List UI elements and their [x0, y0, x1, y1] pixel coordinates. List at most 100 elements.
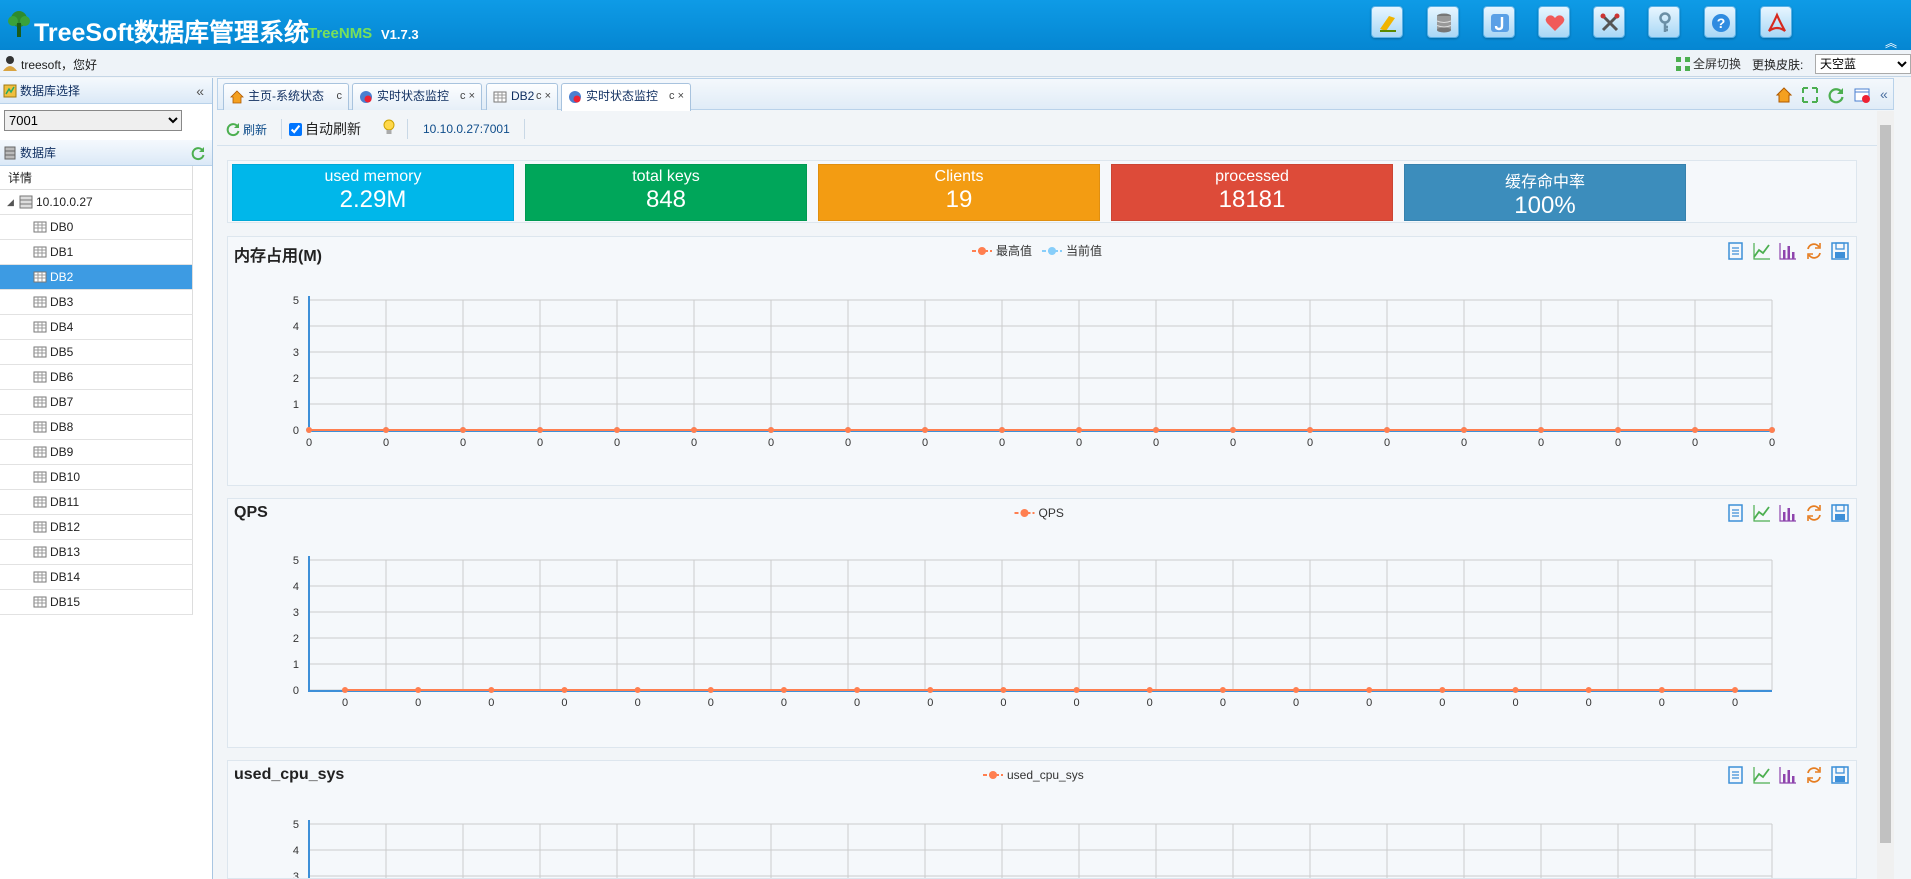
line-chart-icon[interactable]	[1752, 503, 1772, 523]
x-tick-label: 0	[1153, 437, 1159, 449]
data-point	[1439, 687, 1446, 693]
x-tick-label: 0	[415, 697, 421, 709]
tree-db-item[interactable]: DB1	[0, 240, 193, 265]
expand-triangle-icon[interactable]: ◢	[7, 190, 14, 214]
data-view-icon[interactable]	[1726, 765, 1746, 785]
close-tabs-icon[interactable]	[1852, 85, 1872, 105]
line-chart-icon[interactable]	[1752, 765, 1772, 785]
tree-db-item[interactable]: DB11	[0, 490, 193, 515]
tree-db-item[interactable]: DB2	[0, 265, 193, 290]
tree-db-item[interactable]: DB14	[0, 565, 193, 590]
home-icon[interactable]	[1774, 85, 1794, 105]
tab-refresh-icon[interactable]: c	[337, 84, 343, 109]
collapse-right-icon[interactable]: «	[1880, 86, 1888, 102]
data-point	[854, 687, 861, 693]
x-tick-label: 0	[1769, 437, 1775, 449]
line-chart-icon[interactable]	[1752, 241, 1772, 261]
tree-db-item[interactable]: DB6	[0, 365, 193, 390]
bar-chart-icon[interactable]	[1778, 503, 1798, 523]
tree-db-item[interactable]: DB9	[0, 440, 193, 465]
database-icon[interactable]	[1427, 6, 1459, 38]
fullscreen-toggle[interactable]: 全屏切换	[1676, 55, 1741, 72]
restore-icon[interactable]	[1804, 503, 1824, 523]
table-icon	[33, 296, 47, 308]
table-icon	[33, 271, 47, 283]
save-image-icon[interactable]	[1830, 503, 1850, 523]
stat-value: 19	[945, 186, 973, 213]
x-tick-label: 0	[1692, 437, 1698, 449]
home-icon	[230, 90, 244, 104]
divider	[407, 119, 408, 139]
acrobat-icon[interactable]	[1760, 6, 1792, 38]
tree-db-item[interactable]: DB7	[0, 390, 193, 415]
legend-label: used_cpu_sys	[1007, 768, 1084, 782]
refresh-button[interactable]: 刷新	[225, 121, 267, 138]
tree-db-item[interactable]: DB15	[0, 590, 193, 615]
tree-db-item[interactable]: DB10	[0, 465, 193, 490]
fullscreen-icon[interactable]	[1800, 85, 1820, 105]
collapse-left-icon[interactable]: «	[196, 78, 204, 104]
data-view-icon[interactable]	[1726, 241, 1746, 261]
skin-select[interactable]: 天空蓝	[1815, 54, 1911, 74]
x-tick-label: 0	[1293, 697, 1299, 709]
x-tick-label: 0	[342, 697, 348, 709]
tab-monitor-1[interactable]: 实时状态监控 c ×	[352, 83, 482, 110]
monitor-icon	[360, 91, 372, 103]
data-point	[342, 687, 348, 693]
tools-icon[interactable]	[1593, 6, 1625, 38]
bar-chart-icon[interactable]	[1778, 241, 1798, 261]
data-view-icon[interactable]	[1726, 503, 1746, 523]
tree-header: 详情	[0, 166, 193, 190]
tab-home[interactable]: 主页-系统状态 c	[223, 83, 349, 110]
y-tick-label: 3	[293, 607, 299, 619]
tab-monitor-2[interactable]: 实时状态监控 c ×	[561, 83, 691, 111]
tree-db-item[interactable]: DB3	[0, 290, 193, 315]
x-tick-label: 0	[1230, 437, 1236, 449]
restore-icon[interactable]	[1804, 765, 1824, 785]
auto-refresh-toggle[interactable]: 自动刷新	[289, 119, 361, 139]
j-icon[interactable]	[1483, 6, 1515, 38]
refresh-icon[interactable]	[190, 145, 206, 161]
refresh-icon[interactable]	[1826, 85, 1846, 105]
db-instance-select[interactable]: 7001	[4, 110, 182, 131]
stat-total-keys: total keys 848	[525, 164, 807, 221]
tree-db-item[interactable]: DB13	[0, 540, 193, 565]
tree-db-label: DB10	[50, 470, 81, 484]
auto-refresh-checkbox[interactable]	[289, 123, 302, 136]
vertical-scrollbar[interactable]	[1877, 111, 1894, 879]
key-icon[interactable]	[1648, 6, 1680, 38]
data-point	[1585, 687, 1592, 693]
tree-db-item[interactable]: DB8	[0, 415, 193, 440]
tree-db-item[interactable]: DB12	[0, 515, 193, 540]
help-icon[interactable]: ?	[1704, 6, 1736, 38]
tab-close-icon[interactable]: c ×	[669, 84, 684, 109]
tree-db-item[interactable]: DB5	[0, 340, 193, 365]
save-image-icon[interactable]	[1830, 765, 1850, 785]
x-tick-label: 0	[1000, 697, 1006, 709]
collapse-up-icon[interactable]: ︽	[1885, 34, 1897, 51]
x-tick-label: 0	[488, 697, 494, 709]
tab-db2[interactable]: DB2 c ×	[486, 83, 558, 110]
tab-close-icon[interactable]: c ×	[536, 84, 551, 109]
tree-host-node[interactable]: ◢ 10.10.0.27	[0, 190, 193, 215]
tab-close-icon[interactable]: c ×	[460, 84, 475, 109]
sql-icon[interactable]	[1371, 6, 1403, 38]
table-icon	[33, 421, 47, 433]
save-image-icon[interactable]	[1830, 241, 1850, 261]
tree-db-item[interactable]: DB4	[0, 315, 193, 340]
cpu-chart: used_cpu_sys 3 4 5	[293, 768, 1773, 878]
tab-label: 实时状态监控	[586, 89, 659, 103]
x-tick-label: 0	[635, 697, 641, 709]
app-header: TreeSoft数据库管理系统 TreeNMS V1.7.3 ? ︽	[0, 0, 1911, 50]
scrollbar-thumb[interactable]	[1880, 125, 1891, 843]
data-point	[383, 427, 389, 433]
bar-chart-icon[interactable]	[1778, 765, 1798, 785]
y-tick-label: 3	[293, 347, 299, 359]
lightbulb-icon[interactable]	[382, 119, 396, 137]
monitor-icon	[569, 91, 581, 103]
table-icon	[33, 446, 47, 458]
heart-icon[interactable]	[1538, 6, 1570, 38]
x-tick-label: 0	[1659, 697, 1665, 709]
tree-db-item[interactable]: DB0	[0, 215, 193, 240]
restore-icon[interactable]	[1804, 241, 1824, 261]
